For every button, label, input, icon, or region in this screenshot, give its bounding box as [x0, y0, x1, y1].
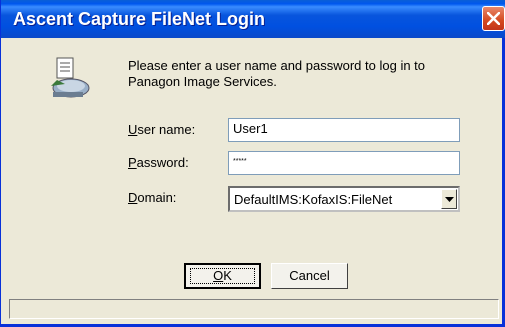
password-label: Password:	[128, 155, 189, 170]
chevron-down-icon	[445, 197, 454, 202]
focus-rect	[190, 268, 255, 284]
domain-label: Domain:	[128, 190, 177, 205]
domain-select[interactable]: DefaultIMS:KofaxIS:FileNet	[228, 186, 460, 212]
domain-dropdown-button[interactable]	[441, 189, 457, 209]
title-bar[interactable]: Ascent Capture FileNet Login	[1, 0, 505, 38]
login-dialog: Ascent Capture FileNet Login Please ente…	[0, 0, 505, 327]
window-title: Ascent Capture FileNet Login	[13, 9, 266, 29]
username-label: User name:	[128, 122, 196, 137]
username-field[interactable]: User1	[228, 118, 460, 142]
cancel-button[interactable]: Cancel	[271, 263, 348, 289]
close-icon	[487, 12, 500, 25]
ok-button[interactable]: OK	[184, 263, 261, 289]
password-field[interactable]: *****	[228, 151, 460, 175]
instruction-text: Please enter a user name and password to…	[128, 58, 426, 89]
scanner-icon	[43, 56, 93, 102]
close-button[interactable]	[482, 6, 505, 31]
status-bar	[9, 299, 499, 319]
domain-value: DefaultIMS:KofaxIS:FileNet	[234, 192, 393, 207]
